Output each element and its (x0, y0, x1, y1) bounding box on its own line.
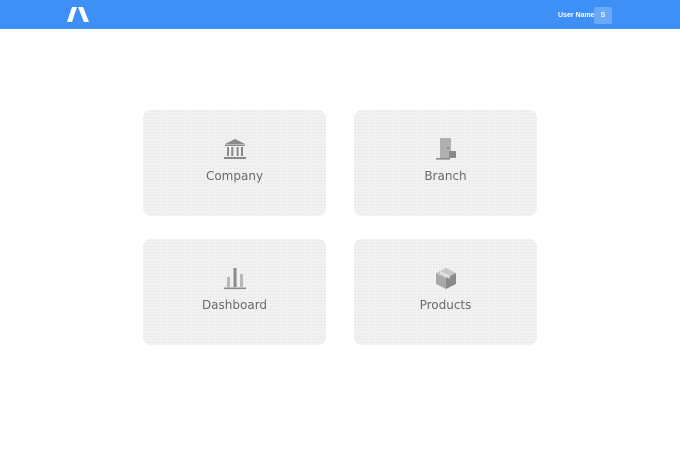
company-card[interactable]: Company (143, 110, 326, 216)
door-icon (436, 138, 456, 160)
bar-chart-icon (224, 268, 246, 290)
brand-logo-icon[interactable] (67, 7, 91, 22)
branch-card[interactable]: Branch (354, 110, 537, 216)
user-name-label: User Name (558, 12, 595, 19)
box-icon (436, 268, 456, 289)
top-navbar: User Name S (0, 0, 680, 29)
products-card[interactable]: Products (354, 239, 537, 345)
products-card-label: Products (419, 298, 472, 312)
user-avatar-button[interactable]: S (594, 7, 612, 24)
company-card-label: Company (205, 169, 264, 183)
branch-card-label: Branch (424, 169, 467, 183)
bank-icon (224, 139, 246, 159)
dashboard-card[interactable]: Dashboard (143, 239, 326, 345)
dashboard-card-label: Dashboard (201, 298, 268, 312)
